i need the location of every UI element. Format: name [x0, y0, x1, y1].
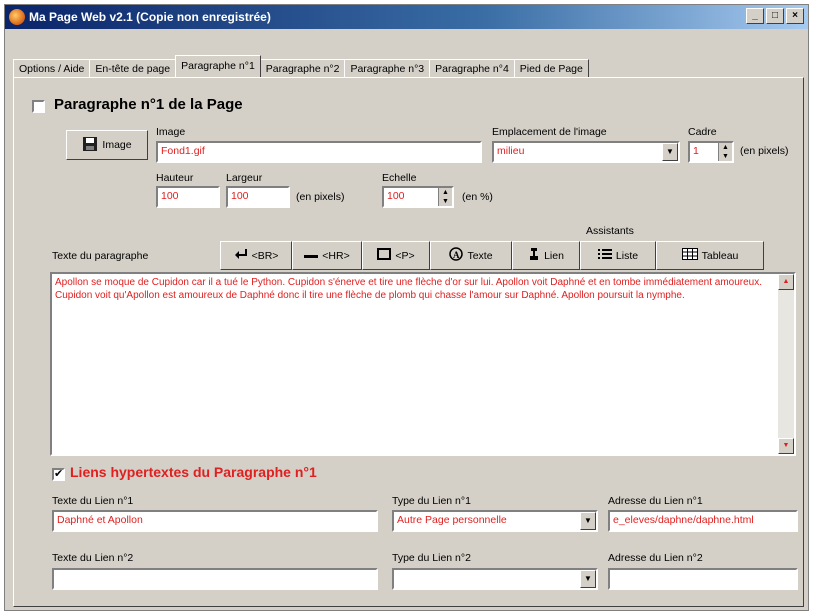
link2-type-select[interactable]: ▼ — [392, 568, 598, 590]
spinner-arrows-icon[interactable]: ▲ ▼ — [718, 143, 732, 161]
paragraph-text: Apollon se moque de Cupidon car il a tué… — [55, 277, 763, 301]
echelle-value: 100 — [387, 190, 405, 202]
table-icon — [681, 248, 698, 263]
paragraph-text-label: Texte du paragraphe — [52, 250, 149, 262]
cadre-label: Cadre — [688, 126, 717, 138]
link2-text-field[interactable] — [52, 568, 378, 590]
hauteur-label: Hauteur — [156, 172, 194, 184]
list-icon — [597, 248, 612, 263]
link1-address-field[interactable]: e_eleves/daphne/daphne.html — [608, 510, 798, 532]
assistants-label: Assistants — [586, 225, 634, 237]
largeur-label: Largeur — [226, 172, 263, 184]
tab-en-tete[interactable]: En-tête de page — [89, 59, 177, 77]
assistant-hr-button[interactable]: <HR> — [292, 241, 362, 270]
assistant-br-label: <BR> — [251, 249, 279, 262]
app-window: Ma Page Web v2.1 (Copie non enregistrée)… — [4, 4, 809, 611]
emplacement-select[interactable]: milieu ▼ — [492, 141, 680, 163]
echelle-label: Echelle — [382, 172, 417, 184]
minimize-button[interactable]: _ — [746, 8, 764, 24]
cadre-unit: (en pixels) — [740, 145, 789, 157]
assistant-hr-label: <HR> — [322, 249, 350, 262]
cadre-spinner[interactable]: 1 ▲ ▼ — [688, 141, 734, 163]
tab-paragraphe-1[interactable]: Paragraphe n°1 — [175, 55, 261, 77]
links-enable-checkbox[interactable]: ✔ — [52, 468, 65, 481]
emplacement-value: milieu — [497, 145, 525, 157]
tab-paragraphe-3[interactable]: Paragraphe n°3 — [344, 59, 431, 77]
assistants-toolbar: <BR> <HR> <P> A Texte Lien Liste Tableau — [220, 241, 796, 270]
assistant-liste-button[interactable]: Liste — [580, 241, 656, 270]
paragraph-enable-checkbox[interactable] — [32, 100, 45, 113]
assistant-liste-label: Liste — [615, 249, 639, 262]
assistant-lien-label: Lien — [544, 249, 564, 262]
paragraph-box-icon — [377, 248, 392, 263]
section-title: Paragraphe n°1 de la Page — [54, 96, 243, 113]
text-style-icon: A — [449, 247, 464, 264]
chevron-down-icon[interactable]: ▼ — [662, 143, 678, 161]
link-icon — [528, 247, 540, 264]
hauteur-field[interactable]: 100 — [156, 186, 220, 208]
close-button[interactable]: × — [786, 8, 804, 24]
link2-address-field[interactable] — [608, 568, 798, 590]
image-button-label: Image — [102, 139, 132, 151]
floppy-disk-icon — [82, 136, 98, 155]
assistant-lien-button[interactable]: Lien — [512, 241, 580, 270]
emplacement-label: Emplacement de l'image — [492, 126, 607, 138]
link1-address-label: Adresse du Lien n°1 — [608, 495, 703, 507]
vertical-scrollbar[interactable]: ▲ ▼ — [778, 274, 794, 454]
echelle-unit: (en %) — [462, 191, 493, 203]
assistant-tableau-button[interactable]: Tableau — [656, 241, 764, 270]
link2-type-label: Type du Lien n°2 — [392, 552, 471, 564]
echelle-spinner[interactable]: 100 ▲ ▼ — [382, 186, 454, 208]
assistant-texte-button[interactable]: A Texte — [430, 241, 512, 270]
chevron-down-icon[interactable]: ▼ — [580, 512, 596, 530]
chevron-down-icon[interactable]: ▼ — [580, 570, 596, 588]
scroll-down-icon[interactable]: ▼ — [778, 438, 794, 454]
title-bar[interactable]: Ma Page Web v2.1 (Copie non enregistrée)… — [5, 5, 808, 29]
image-button[interactable]: Image — [66, 130, 148, 160]
cadre-value: 1 — [693, 145, 699, 157]
assistant-tableau-label: Tableau — [701, 249, 739, 262]
tab-pied-de-page[interactable]: Pied de Page — [513, 59, 589, 77]
link1-type-select[interactable]: Autre Page personnelle ▼ — [392, 510, 598, 532]
app-icon — [9, 9, 25, 25]
tab-panel: Paragraphe n°1 de la Page Image Image Fo… — [13, 77, 804, 607]
assistant-p-button[interactable]: <P> — [362, 241, 430, 270]
scroll-up-icon[interactable]: ▲ — [778, 274, 794, 290]
horizontal-rule-icon — [304, 250, 319, 262]
tab-strip: Options / Aide En-tête de page Paragraph… — [13, 55, 589, 77]
size-unit: (en pixels) — [296, 191, 345, 203]
maximize-button[interactable]: □ — [766, 8, 784, 24]
largeur-field[interactable]: 100 — [226, 186, 290, 208]
tab-options-aide[interactable]: Options / Aide — [13, 59, 91, 77]
window-title: Ma Page Web v2.1 (Copie non enregistrée) — [29, 10, 271, 24]
paragraph-textarea[interactable]: Apollon se moque de Cupidon car il a tué… — [50, 272, 796, 456]
link1-text-field[interactable]: Daphné et Apollon — [52, 510, 378, 532]
assistant-br-button[interactable]: <BR> — [220, 241, 292, 270]
spinner-arrows-icon[interactable]: ▲ ▼ — [438, 188, 452, 206]
link2-text-label: Texte du Lien n°2 — [52, 552, 134, 564]
link1-type-value: Autre Page personnelle — [397, 514, 507, 526]
links-section-title: Liens hypertextes du Paragraphe n°1 — [70, 464, 317, 480]
link2-address-label: Adresse du Lien n°2 — [608, 552, 703, 564]
assistant-texte-label: Texte — [467, 249, 493, 262]
svg-text:A: A — [453, 250, 460, 260]
link1-text-label: Texte du Lien n°1 — [52, 495, 134, 507]
assistant-p-label: <P> — [395, 249, 415, 262]
image-label: Image — [156, 126, 186, 138]
link1-type-label: Type du Lien n°1 — [392, 495, 471, 507]
enter-arrow-icon — [234, 248, 248, 263]
tab-paragraphe-4[interactable]: Paragraphe n°4 — [429, 59, 515, 77]
tab-paragraphe-2[interactable]: Paragraphe n°2 — [259, 59, 346, 77]
image-file-field[interactable]: Fond1.gif — [156, 141, 482, 163]
